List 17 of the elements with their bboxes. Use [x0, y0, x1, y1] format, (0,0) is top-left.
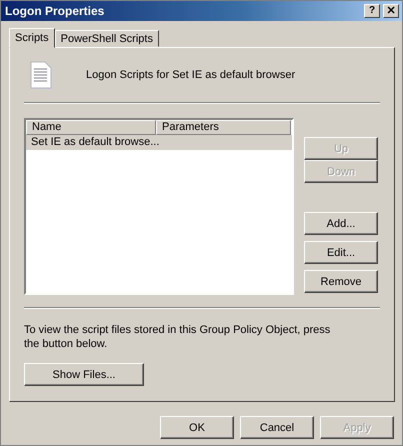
- info-text: To view the script files stored in this Group Policy Object, press the button below.: [24, 323, 332, 351]
- heading-text: Logon Scripts for Set IE as default browser: [86, 69, 296, 81]
- close-button[interactable]: ✕: [383, 4, 399, 18]
- script-file-icon: [30, 61, 52, 89]
- side-button[interactable]: Remove: [304, 270, 378, 293]
- window-title: Logon Properties: [5, 4, 104, 18]
- tab[interactable]: PowerShell Scripts: [54, 30, 159, 47]
- list-row[interactable]: Set IE as default browse...: [26, 135, 292, 150]
- column-header[interactable]: Name: [26, 120, 156, 135]
- dialog-button[interactable]: OK: [160, 416, 234, 439]
- column-header[interactable]: Parameters: [156, 120, 291, 135]
- help-button[interactable]: ?: [364, 4, 380, 18]
- show-files-button[interactable]: Show Files...: [24, 363, 144, 386]
- tab[interactable]: Scripts: [9, 28, 55, 48]
- side-button[interactable]: Add...: [304, 212, 378, 235]
- dialog-button[interactable]: Cancel: [240, 416, 314, 439]
- side-button[interactable]: Edit...: [304, 241, 378, 264]
